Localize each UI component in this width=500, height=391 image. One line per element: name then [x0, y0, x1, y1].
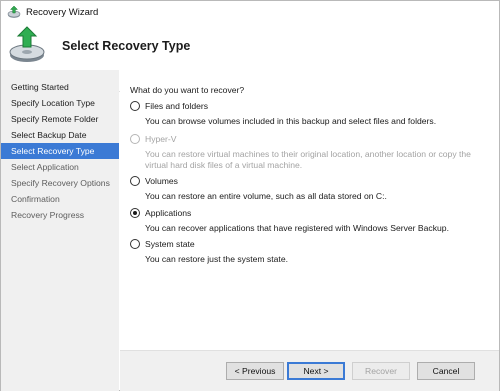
wizard-steps-sidebar: Getting Started Specify Location Type Sp… [1, 70, 119, 391]
option-system-state[interactable]: System state You can restore just the sy… [130, 239, 490, 265]
step-recovery-progress: Recovery Progress [11, 210, 85, 220]
step-specify-location-type: Specify Location Type [11, 98, 95, 108]
volumes-label[interactable]: Volumes [145, 176, 178, 186]
recover-question: What do you want to recover? [130, 85, 245, 95]
previous-button[interactable]: < Previous [226, 362, 284, 380]
wizard-header: Select Recovery Type [1, 23, 499, 92]
recovery-wizard-window: Recovery Wizard Select Recovery Type Get… [0, 0, 500, 391]
step-specify-recovery-options: Specify Recovery Options [11, 178, 110, 188]
applications-description: You can recover applications that have r… [145, 223, 449, 233]
applications-label[interactable]: Applications [145, 208, 191, 218]
step-confirmation: Confirmation [11, 194, 60, 204]
system-state-label[interactable]: System state [145, 239, 195, 249]
step-select-application: Select Application [11, 162, 79, 172]
window-title: Recovery Wizard [26, 6, 99, 18]
option-volumes[interactable]: Volumes You can restore an entire volume… [130, 176, 490, 202]
files-and-folders-description: You can browse volumes included in this … [145, 116, 437, 126]
title-bar: Recovery Wizard [1, 1, 499, 23]
step-getting-started: Getting Started [11, 82, 69, 92]
files-and-folders-label[interactable]: Files and folders [145, 101, 208, 111]
volumes-radio[interactable] [130, 176, 140, 186]
volumes-description: You can restore an entire volume, such a… [145, 191, 387, 201]
applications-radio[interactable] [130, 208, 140, 218]
files-and-folders-radio[interactable] [130, 101, 140, 111]
hyper-v-description: You can restore virtual machines to thei… [145, 149, 471, 170]
option-files-and-folders[interactable]: Files and folders You can browse volumes… [130, 101, 490, 127]
option-applications[interactable]: Applications You can recover application… [130, 208, 490, 234]
recovery-wizard-icon [7, 5, 21, 19]
recovery-type-panel: What do you want to recover? Files and f… [120, 70, 499, 350]
hyper-v-label: Hyper-V [145, 134, 177, 144]
recover-button: Recover [352, 362, 410, 380]
option-hyper-v: Hyper-V You can restore virtual machines… [130, 134, 490, 170]
step-select-recovery-type: Select Recovery Type [1, 143, 119, 159]
system-state-radio[interactable] [130, 239, 140, 249]
step-specify-remote-folder: Specify Remote Folder [11, 114, 99, 124]
next-button[interactable]: Next > [287, 362, 345, 380]
disk-recovery-icon [7, 25, 47, 65]
step-select-backup-date: Select Backup Date [11, 130, 87, 140]
cancel-button[interactable]: Cancel [417, 362, 475, 380]
hyper-v-radio [130, 134, 140, 144]
wizard-footer: < Previous Next > Recover Cancel [120, 351, 499, 391]
system-state-description: You can restore just the system state. [145, 254, 288, 264]
page-title: Select Recovery Type [62, 39, 191, 53]
